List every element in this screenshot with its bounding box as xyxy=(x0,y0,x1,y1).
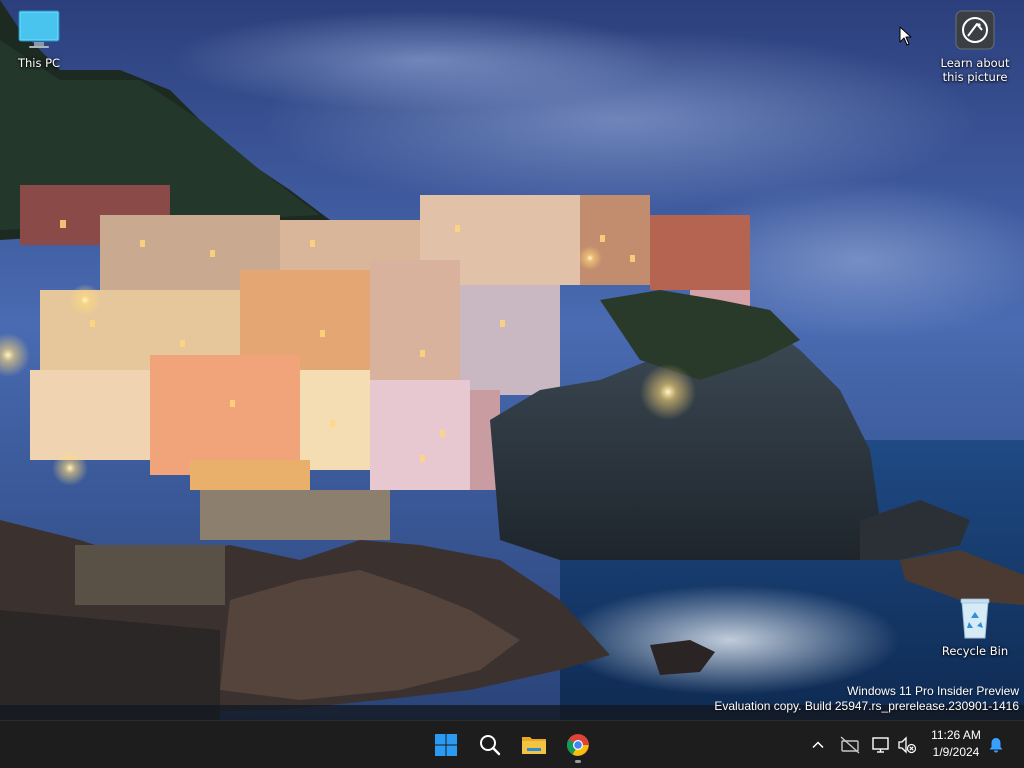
recycle-bin-icon xyxy=(960,598,990,639)
search-button[interactable] xyxy=(470,725,510,765)
chevron-up-icon xyxy=(812,741,824,749)
network-offline-icon xyxy=(840,736,860,754)
watermark-line-2: Evaluation copy. Build 25947.rs_prerelea… xyxy=(714,699,1019,713)
windows-logo-icon xyxy=(435,734,457,756)
taskbar-clock[interactable]: 11:26 AM 1/9/2024 xyxy=(924,727,988,761)
desktop-icon-learn-about-picture[interactable]: Learn about this picture xyxy=(935,8,1015,84)
taskbar: 11:26 AM 1/9/2024 xyxy=(0,720,1024,768)
camera-info-icon xyxy=(955,10,995,50)
running-indicator xyxy=(575,760,581,763)
show-hidden-icons-button[interactable] xyxy=(806,733,830,757)
desktop-icon-label: Recycle Bin xyxy=(941,644,1009,658)
watermark-line-1: Windows 11 Pro Insider Preview xyxy=(847,684,1019,698)
file-explorer-button[interactable] xyxy=(514,725,554,765)
desktop-icon-label: Learn about this picture xyxy=(940,56,1010,84)
volume-muted-icon xyxy=(898,736,917,754)
wallpaper-image xyxy=(0,0,1024,720)
chrome-icon xyxy=(567,734,589,756)
display-icon xyxy=(872,737,889,753)
notifications-button[interactable] xyxy=(984,733,1008,757)
start-button[interactable] xyxy=(426,725,466,765)
clock-date: 1/9/2024 xyxy=(932,745,980,759)
desktop-icon-recycle-bin[interactable]: Recycle Bin xyxy=(936,596,1014,658)
search-icon xyxy=(480,735,501,756)
evaluation-watermark: Windows 11 Pro Insider Preview Evaluatio… xyxy=(714,684,1019,714)
desktop-icon-label: This PC xyxy=(17,56,61,70)
volume-button[interactable] xyxy=(895,733,919,757)
chrome-button[interactable] xyxy=(558,725,598,765)
folder-icon xyxy=(522,737,546,754)
clock-time: 11:26 AM xyxy=(931,728,981,742)
desktop-icon-this-pc[interactable]: This PC xyxy=(0,8,78,70)
display-status-button[interactable] xyxy=(869,733,893,757)
network-status-button[interactable] xyxy=(838,733,862,757)
mouse-cursor-icon xyxy=(899,26,912,46)
notification-bell-icon xyxy=(989,738,1003,753)
desktop[interactable]: This PC Learn about this picture Recycle… xyxy=(0,0,1024,720)
monitor-icon xyxy=(18,10,60,48)
